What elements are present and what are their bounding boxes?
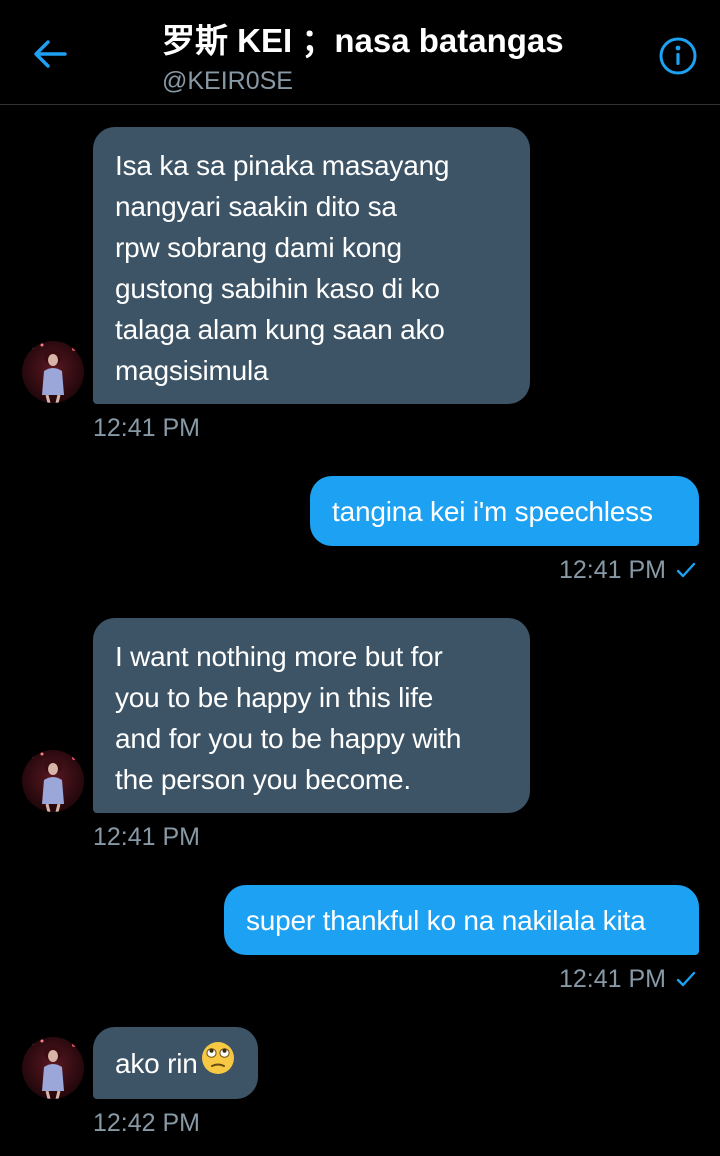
checkmark-icon: [676, 561, 696, 579]
eye-roll-emoji-icon: [200, 1040, 236, 1087]
message-meta: 12:41 PM: [559, 964, 696, 994]
outgoing-message-bubble[interactable]: tangina kei i'm speechless: [310, 476, 699, 546]
message-text: Isa ka sa pinaka masayang nangyari saaki…: [115, 150, 450, 386]
arrow-left-icon: [33, 39, 67, 74]
outgoing-message-bubble[interactable]: super thankful ko na nakilala kita: [224, 885, 699, 955]
incoming-message-bubble[interactable]: I want nothing more but for you to be ha…: [93, 618, 530, 813]
conversation-title-block[interactable]: 罗斯 KEI ；nasa batangas @KEIR0SE: [162, 18, 622, 96]
message-text: ako rin: [115, 1047, 198, 1079]
message-timestamp: 12:42 PM: [93, 1109, 201, 1137]
checkmark-icon: [676, 970, 696, 988]
conversation-handle: @KEIR0SE: [162, 67, 293, 95]
message-text: super thankful ko na nakilala kita: [246, 904, 646, 936]
message-timestamp: 12:41 PM: [93, 414, 201, 442]
conversation-header: 罗斯 KEI ；nasa batangas @KEIR0SE: [0, 0, 720, 105]
avatar[interactable]: [22, 341, 84, 403]
message-meta: 12:41 PM: [559, 555, 696, 585]
avatar[interactable]: [22, 750, 84, 812]
incoming-message-bubble[interactable]: Isa ka sa pinaka masayang nangyari saaki…: [93, 127, 530, 404]
message-text: I want nothing more but for you to be ha…: [115, 641, 462, 795]
info-circle-icon: [658, 36, 698, 81]
message-timestamp: 12:41 PM: [558, 556, 666, 584]
message-timestamp: 12:41 PM: [558, 965, 666, 993]
info-button[interactable]: [656, 36, 700, 80]
incoming-message-bubble[interactable]: ako rin: [93, 1027, 258, 1099]
dm-conversation-screen: 罗斯 KEI ；nasa batangas @KEIR0SE Isa ka sa…: [0, 0, 720, 1156]
avatar[interactable]: [22, 1037, 84, 1099]
conversation-title: 罗斯 KEI ；nasa batangas: [162, 22, 564, 59]
message-timestamp: 12:41 PM: [93, 823, 201, 851]
back-button[interactable]: [24, 30, 76, 82]
message-text: tangina kei i'm speechless: [332, 495, 653, 527]
